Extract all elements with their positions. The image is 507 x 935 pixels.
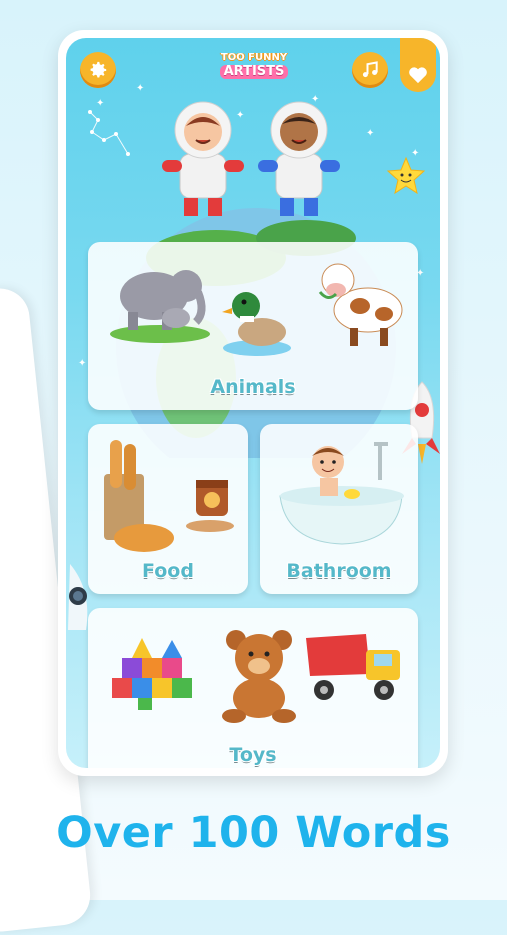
marketing-caption: Over 100 Words: [56, 808, 451, 858]
bathtub-illustration: [279, 442, 404, 545]
category-card-bathroom[interactable]: Bathroom: [260, 424, 418, 594]
category-card-animals[interactable]: Animals: [88, 242, 418, 410]
category-label-food: Food: [142, 560, 194, 582]
side-rocket-decoration: [68, 564, 88, 630]
smiling-star-icon: [386, 156, 426, 195]
teddy-bear-illustration: [222, 630, 296, 723]
duck-illustration: [222, 292, 291, 356]
cow-illustration: [318, 263, 403, 346]
logo-line-1: TOO FUNNY: [220, 52, 288, 63]
logo-line-2: ARTISTS: [219, 65, 289, 79]
category-label-toys: Toys: [229, 744, 277, 766]
heart-icon: [409, 67, 427, 84]
star-decoration: ✦: [136, 83, 145, 94]
toy-truck-illustration: [306, 634, 400, 700]
settings-button[interactable]: [80, 52, 116, 88]
star-decoration: ✦: [366, 128, 375, 139]
music-note-icon: [362, 61, 378, 78]
music-button[interactable]: [352, 52, 388, 88]
astronauts-illustration: [162, 101, 340, 216]
blocks-illustration: [112, 638, 192, 710]
category-label-bathroom: Bathroom: [286, 560, 392, 582]
bread-illustration: [104, 440, 234, 552]
gear-icon: [90, 61, 107, 78]
category-card-food[interactable]: Food: [88, 424, 248, 594]
favorites-button[interactable]: [400, 38, 436, 92]
constellation-decoration: [88, 110, 130, 156]
app-screen: ✦ ✦ ✦ ✦ ✦ ✦ ✦ ✦ TOO FUNNY ARTISTS Animal…: [66, 38, 440, 768]
star-decoration: ✦: [78, 358, 87, 369]
category-label-animals: Animals: [210, 376, 296, 398]
elephants-illustration: [110, 270, 210, 343]
app-logo: TOO FUNNY ARTISTS: [206, 52, 302, 79]
category-card-toys[interactable]: Toys: [88, 608, 418, 768]
